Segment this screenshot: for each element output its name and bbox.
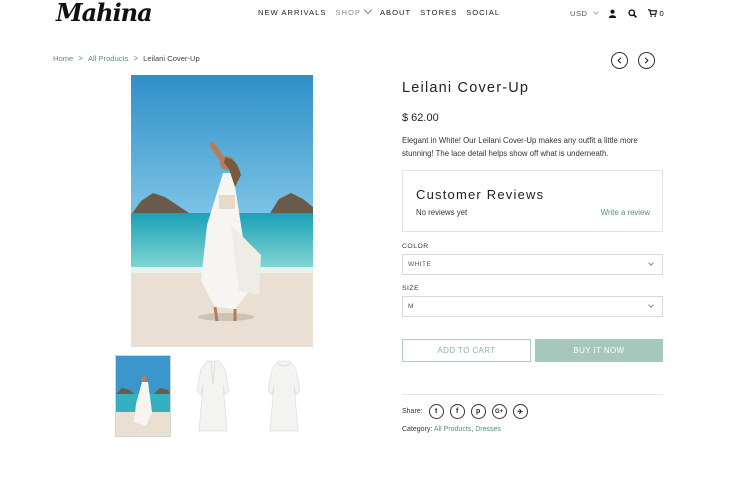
reviews-heading: Customer Reviews (416, 187, 545, 202)
buy-it-now-button[interactable]: BUY IT NOW (535, 339, 663, 362)
facebook-icon[interactable]: f (449, 404, 465, 419)
category-link-dresses[interactable]: Dresses (475, 426, 501, 433)
share-bar: Share: t f p G+ ✈ (402, 404, 528, 419)
size-select[interactable]: M (402, 296, 663, 317)
breadcrumb-separator: > (133, 54, 139, 63)
breadcrumb-separator: > (78, 54, 83, 63)
color-value: WHITE (408, 261, 432, 268)
breadcrumb: Home > All Products > Leilani Cover-Up (53, 54, 200, 63)
cart-count: 0 (659, 8, 665, 18)
product-description: Elegant in White! Our Leilani Cover-Up m… (402, 136, 638, 158)
next-product-button[interactable] (638, 52, 655, 69)
chevron-down-icon (592, 8, 599, 15)
breadcrumb-home[interactable]: Home (53, 54, 73, 63)
share-label: Share: (402, 408, 423, 415)
product-categories: Category: All Products, Dresses (402, 426, 501, 433)
category-link-all-products[interactable]: All Products (434, 426, 471, 433)
cart-icon (647, 9, 657, 17)
nav-shop[interactable]: SHOP (335, 5, 373, 17)
currency-label: USD (570, 8, 588, 18)
chevron-down-icon (363, 5, 373, 15)
product-thumbnail[interactable] (185, 355, 241, 437)
size-label: SIZE (402, 285, 420, 292)
nav-about[interactable]: ABOUT (380, 8, 411, 17)
write-review-link[interactable]: Write a review (601, 208, 650, 217)
product-thumbnail[interactable] (256, 355, 312, 437)
chevron-left-icon (617, 57, 622, 64)
nav-stores[interactable]: STORES (420, 8, 457, 17)
nav-social[interactable]: SOCIAL (466, 8, 500, 17)
telegram-icon[interactable]: ✈ (512, 404, 528, 419)
customer-reviews-panel: Customer Reviews No reviews yet Write a … (402, 170, 663, 232)
google-plus-icon[interactable]: G+ (491, 404, 507, 419)
header-utilities: USD 0 (570, 8, 664, 18)
previous-product-button[interactable] (611, 52, 628, 69)
product-thumbnail[interactable] (115, 355, 171, 437)
category-label: Category: (402, 426, 433, 433)
cart-button[interactable]: 0 (647, 8, 665, 18)
breadcrumb-category[interactable]: All Products (88, 54, 129, 63)
chevron-down-icon (648, 260, 654, 266)
nav-shop-label: SHOP (335, 8, 361, 17)
main-nav: NEW ARRIVALS SHOP ABOUT STORES SOCIAL (258, 5, 500, 17)
nav-new-arrivals[interactable]: NEW ARRIVALS (258, 8, 326, 17)
category-separator: , (471, 426, 474, 433)
chevron-down-icon (648, 302, 654, 308)
currency-selector[interactable]: USD (570, 8, 599, 18)
color-select[interactable]: WHITE (402, 254, 663, 275)
search-icon[interactable] (628, 8, 638, 18)
product-title: Leilani Cover-Up (402, 80, 530, 96)
brand-logo[interactable]: Mahina (56, 0, 153, 26)
breadcrumb-current: Leilani Cover-Up (143, 54, 200, 63)
user-icon[interactable] (608, 8, 618, 18)
pinterest-icon[interactable]: p (470, 404, 486, 419)
size-value: M (408, 303, 414, 310)
product-main-image[interactable] (131, 75, 313, 347)
product-price: $ 62.00 (402, 112, 439, 124)
chevron-right-icon (644, 57, 649, 64)
twitter-icon[interactable]: t (428, 404, 444, 419)
divider (402, 394, 663, 395)
add-to-cart-button[interactable]: ADD TO CART (402, 339, 531, 362)
color-label: COLOR (402, 243, 429, 250)
reviews-status: No reviews yet (416, 208, 468, 217)
